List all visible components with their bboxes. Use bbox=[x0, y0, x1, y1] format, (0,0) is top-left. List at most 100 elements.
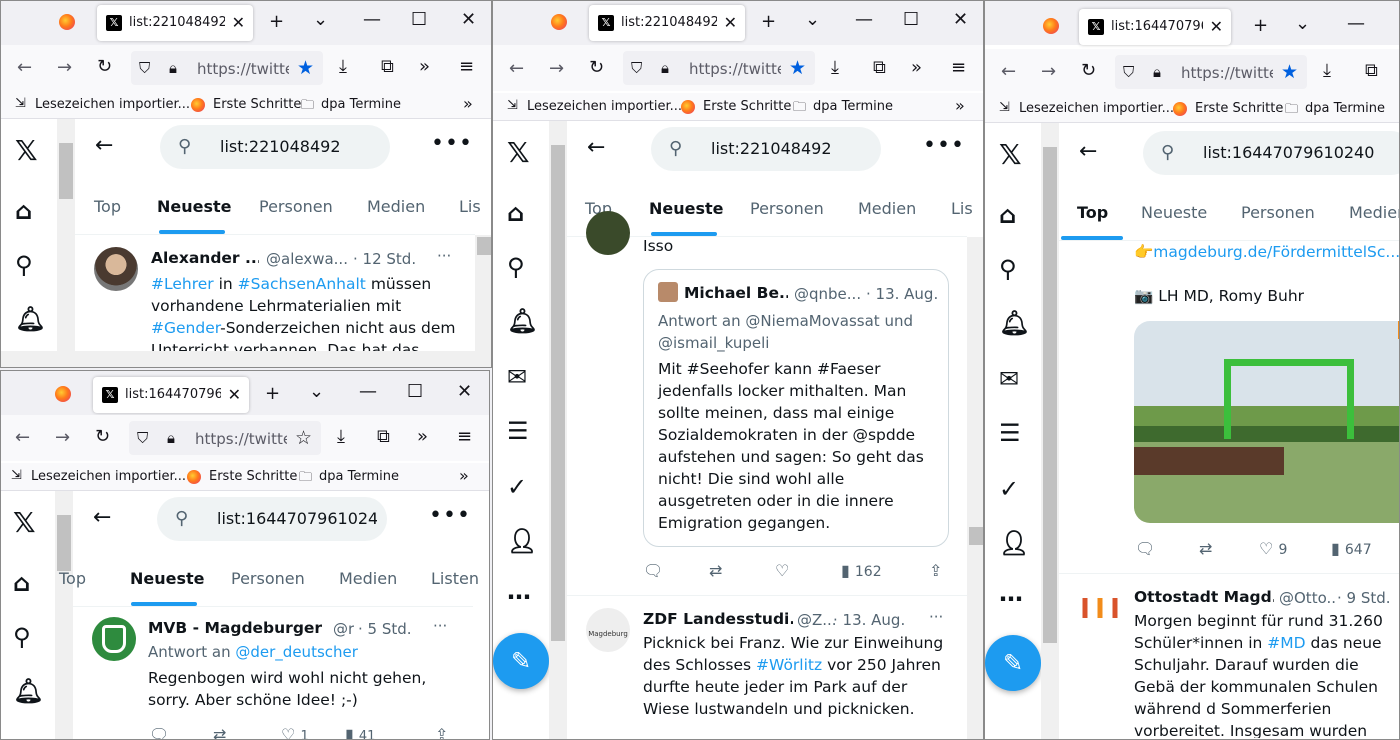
bookmark-star-icon[interactable]: ★ bbox=[297, 57, 314, 79]
home-icon[interactable]: ⌂ bbox=[13, 571, 30, 595]
menu-icon[interactable]: ≡ bbox=[457, 428, 472, 446]
search-icon[interactable]: ⚲ bbox=[999, 257, 1017, 281]
bookmark-dpa-termine[interactable]: dpa Termine bbox=[1305, 101, 1385, 116]
reply-icon[interactable]: 🗨︎ bbox=[1135, 539, 1155, 558]
more-options-icon[interactable]: ••• bbox=[429, 503, 471, 528]
author-handle[interactable]: @Otto... bbox=[1279, 589, 1335, 607]
back-icon[interactable]: ← bbox=[1001, 63, 1016, 81]
profile-icon[interactable]: 👤︎ bbox=[999, 531, 1029, 555]
more-icon[interactable]: ··· bbox=[433, 617, 447, 635]
x-logo-icon[interactable]: 𝕏 bbox=[15, 137, 38, 165]
avatar[interactable] bbox=[1078, 598, 1122, 618]
tweet-image[interactable] bbox=[1134, 321, 1399, 523]
url-text[interactable]: https://twitter bbox=[1181, 64, 1273, 82]
views-icon[interactable]: ▮ 41 bbox=[345, 725, 375, 739]
bookmark-dpa-termine[interactable]: dpa Termine bbox=[319, 469, 399, 484]
messages-icon[interactable]: ✉ bbox=[507, 365, 527, 389]
tweet-link[interactable]: 👉magdeburg.de/Fördermittel­Sc... bbox=[1134, 241, 1399, 263]
close-window-button[interactable]: ✕ bbox=[461, 11, 476, 29]
maximize-button[interactable]: ☐ bbox=[411, 11, 427, 29]
scrollbar[interactable] bbox=[1041, 123, 1059, 739]
tweet[interactable]: 👉magdeburg.de/Fördermittel­Sc... 📷 LH MD… bbox=[1059, 241, 1399, 571]
reply-icon[interactable]: 🗨︎ bbox=[149, 725, 169, 739]
bookmark-erste-schritte[interactable]: Erste Schritte bbox=[1195, 101, 1283, 116]
quoted-tweet[interactable]: Michael Be... @qnbe... · 13. Aug. Antwor… bbox=[643, 269, 949, 547]
more-options-icon[interactable]: ••• bbox=[923, 133, 965, 158]
menu-icon[interactable]: ≡ bbox=[459, 58, 474, 76]
back-arrow-icon[interactable]: ← bbox=[93, 505, 111, 530]
scrollbar[interactable] bbox=[967, 237, 983, 739]
bookmark-dpa-termine[interactable]: dpa Termine bbox=[813, 99, 893, 114]
close-window-button[interactable]: ✕ bbox=[953, 11, 968, 29]
avatar[interactable] bbox=[586, 211, 630, 255]
like-icon[interactable]: ♡ 9 bbox=[1259, 539, 1287, 558]
notifications-icon[interactable]: 🔔︎ bbox=[13, 679, 43, 703]
downloads-icon[interactable]: ⤓ bbox=[1323, 62, 1331, 80]
forward-icon[interactable]: → bbox=[1041, 63, 1056, 81]
retweet-icon[interactable]: ⇄ bbox=[709, 561, 722, 580]
more-options-icon[interactable]: ••• bbox=[431, 131, 473, 156]
url-text[interactable]: https://twitter bbox=[195, 430, 287, 448]
bookmark-dpa-termine[interactable]: dpa Termine bbox=[321, 97, 401, 112]
tab-medien[interactable]: Medien bbox=[367, 197, 425, 216]
tab-listen[interactable]: Listen bbox=[431, 569, 479, 588]
search-input[interactable]: ⚲ list:16447079610240 bbox=[1143, 131, 1399, 175]
timestamp[interactable]: · 13. Aug. bbox=[833, 611, 905, 629]
bookmark-star-icon[interactable]: ★ bbox=[789, 57, 806, 79]
verified-icon[interactable]: ✓ bbox=[507, 475, 527, 499]
downloads-icon[interactable]: ⤓ bbox=[831, 59, 839, 77]
avatar[interactable] bbox=[94, 247, 138, 291]
more-bookmarks-icon[interactable]: » bbox=[463, 94, 473, 113]
tab-neueste[interactable]: Neueste bbox=[1141, 203, 1207, 222]
lock-icon[interactable]: 🔒︎ bbox=[169, 59, 177, 77]
close-tab-icon[interactable]: ✕ bbox=[1210, 17, 1223, 36]
avatar[interactable]: Magdeburg bbox=[586, 608, 630, 652]
author-name[interactable]: Alexander ... bbox=[151, 249, 259, 267]
author-name[interactable]: Ottostadt Magd... bbox=[1134, 588, 1274, 606]
extensions-icon[interactable]: ⧉ bbox=[381, 58, 394, 76]
extensions-icon[interactable]: ⧉ bbox=[377, 428, 390, 446]
tab-listen[interactable]: Lis bbox=[951, 199, 973, 218]
messages-icon[interactable]: ✉ bbox=[999, 367, 1019, 391]
timestamp[interactable]: · 5 Std. bbox=[358, 620, 412, 638]
author-handle[interactable]: @r bbox=[333, 620, 354, 638]
more-circle-icon[interactable]: ⋯ bbox=[999, 587, 1023, 611]
minimize-button[interactable]: — bbox=[359, 383, 377, 401]
search-input[interactable]: ⚲ list:16447079610240 bbox=[157, 497, 387, 541]
new-tab-button[interactable]: + bbox=[269, 13, 284, 31]
home-icon[interactable]: ⌂ bbox=[15, 199, 32, 223]
scrollbar[interactable] bbox=[55, 491, 73, 739]
tab-top[interactable]: Top bbox=[1077, 203, 1108, 222]
home-icon[interactable]: ⌂ bbox=[507, 201, 524, 225]
list-tabs-icon[interactable]: ⌄ bbox=[1295, 15, 1310, 33]
views-icon[interactable]: ▮ 647 bbox=[1331, 539, 1372, 558]
more-tools-icon[interactable]: » bbox=[417, 428, 428, 446]
downloads-icon[interactable]: ⤓ bbox=[339, 58, 347, 76]
back-icon[interactable]: ← bbox=[509, 60, 524, 78]
tab-neueste[interactable]: Neueste bbox=[649, 199, 724, 218]
url-bar[interactable]: ⛉ 🔒︎ https://twitter ★ bbox=[623, 51, 815, 85]
shield-icon[interactable]: ⛉ bbox=[1123, 63, 1134, 81]
close-tab-icon[interactable]: ✕ bbox=[228, 385, 241, 404]
post-button[interactable]: ✎ bbox=[985, 635, 1041, 691]
lists-icon[interactable]: ☰ bbox=[507, 419, 529, 443]
forward-icon[interactable]: → bbox=[57, 59, 72, 77]
more-tools-icon[interactable]: » bbox=[911, 59, 922, 77]
url-bar[interactable]: ⛉ 🔒︎ https://twitter ★ bbox=[1115, 55, 1307, 89]
author-name[interactable]: ZDF Landesstudi... bbox=[643, 610, 793, 628]
author-handle[interactable]: @alexwa... bbox=[266, 250, 350, 268]
more-icon[interactable]: ··· bbox=[437, 247, 451, 265]
back-icon[interactable]: ← bbox=[15, 429, 30, 447]
extensions-icon[interactable]: ⧉ bbox=[873, 59, 886, 77]
timestamp[interactable]: · 9 Std. bbox=[1337, 589, 1391, 607]
like-icon[interactable]: ♡ bbox=[775, 561, 789, 580]
tab-top[interactable]: Top bbox=[94, 197, 121, 216]
scrollbar[interactable] bbox=[549, 121, 567, 739]
menu-icon[interactable]: ≡ bbox=[951, 59, 966, 77]
back-arrow-icon[interactable]: ← bbox=[587, 135, 605, 160]
lists-icon[interactable]: ☰ bbox=[999, 421, 1021, 445]
reload-icon[interactable]: ↻ bbox=[1081, 62, 1096, 80]
more-tools-icon[interactable]: » bbox=[419, 58, 430, 76]
share-icon[interactable]: ⇪ bbox=[929, 561, 942, 580]
close-tab-icon[interactable]: ✕ bbox=[724, 13, 737, 32]
